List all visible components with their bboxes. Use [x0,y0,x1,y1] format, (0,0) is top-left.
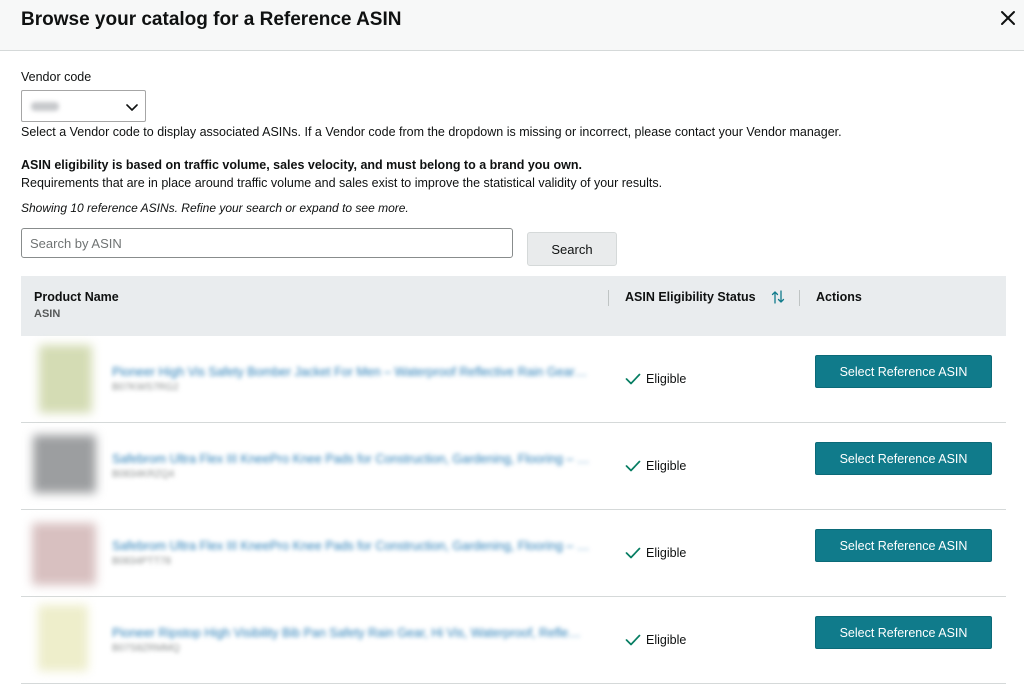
results-note: Showing 10 reference ASINs. Refine your … [21,201,409,215]
modal-header: Browse your catalog for a Reference ASIN [0,0,1024,51]
vendor-help-text: Select a Vendor code to display associat… [21,125,842,139]
product-image [39,345,92,413]
table-row: Pioneer Ripstop High Visibility Bib Pan … [21,597,1006,684]
product-asin: B07KWS7RG2 [112,382,179,393]
vendor-code-dropdown[interactable] [21,90,146,122]
vendor-code-label: Vendor code [21,70,92,84]
chevron-down-icon [126,104,138,111]
vendor-code-value [31,102,59,111]
product-asin: B07S8ZRMMQ [112,643,180,654]
column-asin: ASIN [34,308,61,320]
modal-title: Browse your catalog for a Reference ASIN [21,9,402,30]
column-divider [608,290,609,306]
table-row: Pioneer High Vis Safety Bomber Jacket Fo… [21,336,1006,423]
product-name-link[interactable]: Pioneer High Vis Safety Bomber Jacket Fo… [112,365,600,379]
select-reference-asin-button[interactable]: Select Reference ASIN [815,616,992,649]
column-actions: Actions [816,290,862,304]
check-icon [625,634,641,646]
product-name-link[interactable]: Safebrom Ultra Flex III KneePro Knee Pad… [112,539,600,553]
product-image [33,435,96,493]
product-image [32,523,96,585]
status-text: Eligible [646,372,687,386]
sort-arrows-icon[interactable] [771,289,785,305]
table-row: Safebrom Ultra Flex III KneePro Knee Pad… [21,510,1006,597]
search-input[interactable] [21,228,513,258]
product-asin: B0834KRZQ4 [112,469,175,480]
select-reference-asin-button[interactable]: Select Reference ASIN [815,442,992,475]
check-icon [625,373,641,385]
product-asin: B0834PTT78 [112,556,171,567]
status-text: Eligible [646,633,687,647]
check-icon [625,460,641,472]
product-name-link[interactable]: Safebrom Ultra Flex III KneePro Knee Pad… [112,452,600,466]
close-icon[interactable] [996,6,1020,30]
eligibility-heading: ASIN eligibility is based on traffic vol… [21,158,582,172]
column-divider [799,290,800,306]
table-header: Product Name ASIN ASIN Eligibility Statu… [21,276,1006,336]
check-icon [625,547,641,559]
eligibility-description: Requirements that are in place around tr… [21,176,663,190]
product-name-link[interactable]: Pioneer Ripstop High Visibility Bib Pan … [112,626,600,640]
select-reference-asin-button[interactable]: Select Reference ASIN [815,355,992,388]
column-eligibility-status[interactable]: ASIN Eligibility Status [625,290,756,304]
status-text: Eligible [646,459,687,473]
close-button[interactable] [996,6,1020,30]
select-reference-asin-button[interactable]: Select Reference ASIN [815,529,992,562]
status-text: Eligible [646,546,687,560]
column-product-name: Product Name [34,290,119,304]
product-image [38,605,88,671]
table-row: Safebrom Ultra Flex III KneePro Knee Pad… [21,423,1006,510]
search-button[interactable]: Search [527,232,617,266]
